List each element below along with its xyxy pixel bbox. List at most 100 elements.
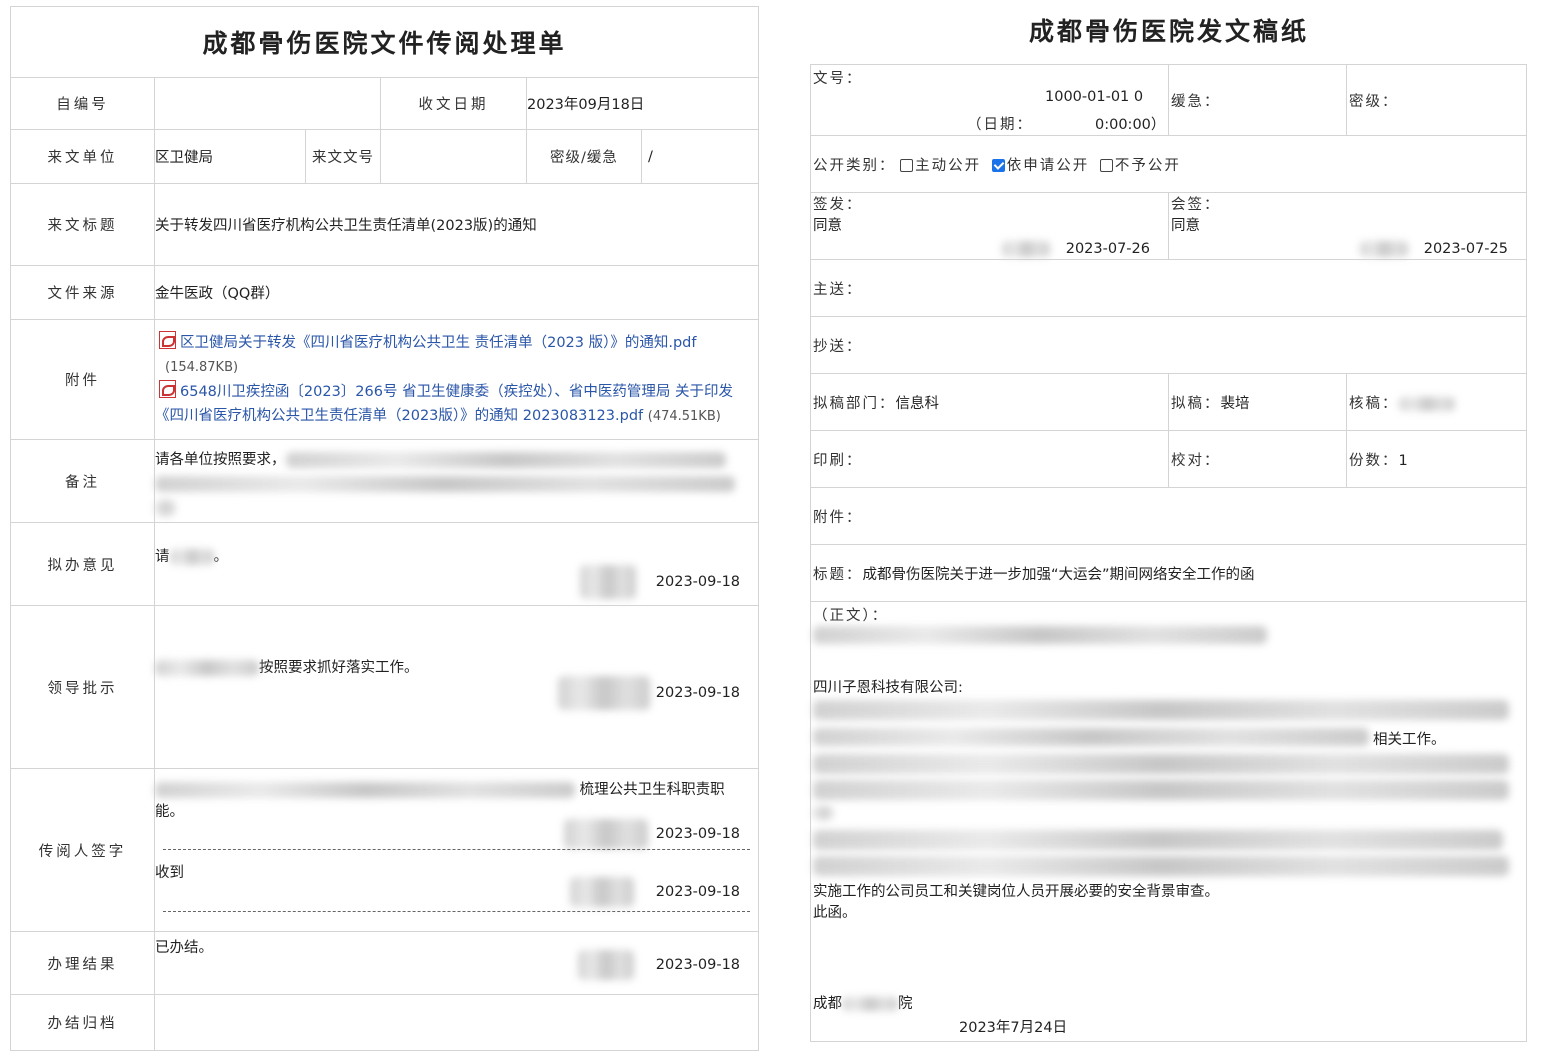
draft-dept-cell: 拟稿部门：信息科 bbox=[810, 373, 1169, 431]
option-active-public: 主动公开 bbox=[915, 157, 982, 174]
reader2-text: 收到 bbox=[155, 865, 184, 881]
redacted-text bbox=[813, 754, 1509, 774]
draft-title: 成都骨伤医院发文稿纸 bbox=[1028, 17, 1309, 46]
signature-redacted bbox=[1359, 241, 1408, 257]
subject-value: 成都骨伤医院关于进一步加强“大运会”期间网络安全工作的函 bbox=[862, 566, 1255, 583]
reader1-text2: 能。 bbox=[155, 804, 184, 820]
redacted-text bbox=[813, 728, 1369, 746]
remark-text: 请各单位按照要求， bbox=[155, 452, 286, 468]
doc-date-value: 0:00:00） bbox=[1095, 117, 1166, 133]
reader2-date: 2023-09-18 bbox=[655, 884, 741, 900]
redacted-text bbox=[813, 700, 1509, 720]
attachment-item[interactable]: 区卫健局关于转发《四川省医疗机构公共卫生 责任清单（2023 版）》的通知.pd… bbox=[155, 330, 750, 380]
proposal-date: 2023-09-18 bbox=[655, 574, 741, 590]
copies-value: 1 bbox=[1398, 452, 1408, 469]
draft-dept-value: 信息科 bbox=[895, 395, 940, 412]
label-doc-source: 文件来源 bbox=[10, 265, 155, 320]
proposal-text-end: 。 bbox=[213, 549, 229, 565]
sign-label: 签发： bbox=[813, 197, 863, 213]
redacted-text bbox=[813, 626, 1267, 644]
option-not-public: 不予公开 bbox=[1114, 157, 1181, 174]
copies-label: 份数： bbox=[1349, 452, 1399, 469]
secret-label: 密级： bbox=[1346, 64, 1527, 136]
redacted-text bbox=[285, 452, 726, 468]
copy-send-label: 抄送： bbox=[810, 316, 1527, 374]
redacted-text bbox=[813, 806, 833, 820]
body-cell: （正文）： 四川子恩科技有限公司: 相关工作。 实施工作的公司员工和关键岗位人员… bbox=[810, 601, 1527, 1042]
public-category-row: 公开类别： 主动公开 依申请公开 不予公开 bbox=[810, 135, 1527, 193]
drafter-cell: 拟稿：裴培 bbox=[1168, 373, 1347, 431]
sign-value: 同意 bbox=[813, 218, 842, 234]
attachment-size: (154.87KB) bbox=[165, 359, 239, 375]
signature-redacted bbox=[579, 565, 636, 599]
body-fragment: 相关工作。 bbox=[1373, 732, 1446, 748]
doc-no-label: 文号： bbox=[813, 71, 863, 87]
body-end: 此函。 bbox=[813, 905, 857, 921]
label-leader: 领导批示 bbox=[10, 605, 155, 769]
subject-label: 标题： bbox=[813, 566, 863, 583]
draft-dept-label: 拟稿部门： bbox=[813, 395, 896, 412]
value-reader-sign: 梳理公共卫生科职责职 能。 2023-09-18 收到 2023-09-18 bbox=[153, 768, 760, 932]
cosign-date: 2023-07-25 bbox=[1423, 241, 1508, 257]
attachment-size: (474.51KB) bbox=[647, 408, 721, 424]
draft-table: 文号： 1000-01-01 0 （日期： 0:00:00） 缓急： 密级： 公开… bbox=[810, 64, 1527, 1042]
label-result: 办理结果 bbox=[10, 931, 155, 995]
main-send-label: 主送： bbox=[810, 259, 1527, 317]
copies-cell: 份数：1 bbox=[1346, 430, 1527, 488]
redacted-text bbox=[813, 830, 1503, 850]
value-from-unit: 区卫健局 bbox=[154, 129, 306, 184]
doc-no-cell: 文号： 1000-01-01 0 （日期： 0:00:00） bbox=[810, 64, 1169, 136]
checkbox-on-request[interactable] bbox=[991, 158, 1005, 172]
urgency-label: 缓急： bbox=[1168, 64, 1347, 136]
value-doc-title: 关于转发四川省医疗机构公共卫生责任清单(2023版)的通知 bbox=[153, 183, 760, 266]
attachment-link[interactable]: 区卫健局关于转发《四川省医疗机构公共卫生 责任清单（2023 版）》的通知.pd… bbox=[180, 335, 697, 351]
drafter-label: 拟稿： bbox=[1171, 395, 1221, 412]
attachment-link[interactable]: 6548川卫疾控函〔2023〕266号 省卫生健康委（疾控处）、省中医药管理局 … bbox=[155, 384, 733, 424]
label-doc-title: 来文标题 bbox=[10, 183, 155, 266]
option-on-request: 依申请公开 bbox=[1006, 157, 1090, 174]
label-secret-urgency: 密级/缓急 bbox=[526, 129, 642, 184]
value-archive bbox=[153, 994, 760, 1051]
drafter-value: 裴培 bbox=[1220, 395, 1250, 412]
pdf-icon bbox=[159, 379, 176, 398]
leader-date: 2023-09-18 bbox=[655, 685, 741, 701]
divider bbox=[163, 911, 751, 912]
checkbox-active-public[interactable] bbox=[900, 158, 914, 172]
cosign-label: 会签： bbox=[1171, 197, 1221, 213]
subject-cell: 标题：成都骨伤医院关于进一步加强“大运会”期间网络安全工作的函 bbox=[810, 544, 1527, 602]
attachment-list: 区卫健局关于转发《四川省医疗机构公共卫生 责任清单（2023 版）》的通知.pd… bbox=[153, 319, 760, 440]
sign-cell: 签发： 同意 2023-07-26 bbox=[810, 192, 1169, 260]
label-from-unit: 来文单位 bbox=[10, 129, 155, 184]
label-reader-sign: 传阅人签字 bbox=[10, 768, 155, 932]
label-archive: 办结归档 bbox=[10, 994, 155, 1051]
attachment-item[interactable]: 6548川卫疾控函〔2023〕266号 省卫生健康委（疾控处）、省中医药管理局 … bbox=[155, 379, 750, 429]
footer-org-end: 院 bbox=[898, 996, 913, 1012]
redacted-text bbox=[813, 856, 1509, 876]
checker-label: 核稿： bbox=[1349, 395, 1399, 412]
signature-redacted bbox=[1001, 241, 1050, 257]
result-date: 2023-09-18 bbox=[655, 957, 741, 973]
redacted-text bbox=[155, 476, 735, 492]
draft-form: 成都骨伤医院发文稿纸 文号： 1000-01-01 0 （日期： 0:00:00）… bbox=[810, 6, 1528, 1050]
value-result: 已办结。 2023-09-18 bbox=[153, 931, 760, 995]
proposal-text: 请 bbox=[155, 549, 170, 565]
label-doc-no: 来文文号 bbox=[305, 129, 381, 184]
checkbox-not-public[interactable] bbox=[1099, 158, 1113, 172]
value-self-no bbox=[154, 77, 381, 130]
label-remark: 备注 bbox=[10, 439, 155, 523]
body-label: （正文）： bbox=[813, 608, 889, 624]
doc-date-label: （日期： bbox=[967, 117, 1033, 133]
doc-no-value: 1000-01-01 0 bbox=[1045, 89, 1144, 105]
signature-redacted bbox=[577, 950, 634, 980]
pdf-icon bbox=[159, 330, 176, 349]
sign-date: 2023-07-26 bbox=[1065, 241, 1150, 257]
public-category-label: 公开类别： bbox=[813, 157, 896, 174]
footer-org: 成都 bbox=[813, 996, 842, 1012]
label-self-no: 自编号 bbox=[10, 77, 155, 130]
value-recv-date: 2023年09月18日 bbox=[525, 77, 760, 130]
label-attach: 附件 bbox=[10, 319, 155, 440]
cosign-value: 同意 bbox=[1171, 218, 1200, 234]
value-leader: 按照要求抓好落实工作。 2023-09-18 bbox=[153, 605, 760, 769]
redacted-text bbox=[155, 500, 175, 516]
value-doc-source: 金牛医政（QQ群） bbox=[153, 265, 760, 320]
